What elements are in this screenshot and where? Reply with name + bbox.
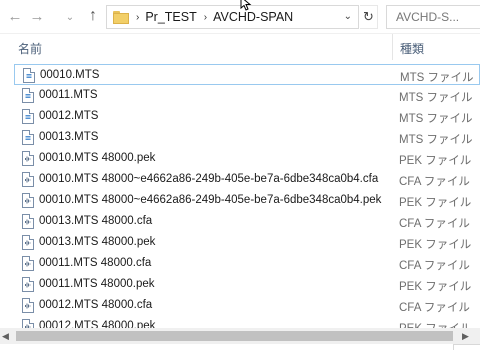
file-type: PEK ファイル xyxy=(399,197,472,209)
file-type: CFA ファイル xyxy=(399,302,470,314)
list-item[interactable]: 00012.MTS 48000.pek PEK ファイル xyxy=(14,316,480,328)
file-name: 00013.MTS xyxy=(39,131,99,143)
address-bar[interactable]: › Pr_TEST › AVCHD-SPAN ⌄ xyxy=(106,5,359,29)
forward-arrow-icon[interactable]: → xyxy=(28,7,46,25)
doc-icon xyxy=(22,88,34,103)
audio-file-icon xyxy=(22,151,34,166)
audio-file-icon xyxy=(22,235,34,250)
breadcrumb-item-avchd-span[interactable]: AVCHD-SPAN xyxy=(213,10,293,24)
file-name: 00010.MTS 48000~e4662a86-249b-405e-be7a-… xyxy=(39,173,379,185)
audio-file-icon xyxy=(22,172,34,187)
list-item[interactable]: 00010.MTS MTS ファイル xyxy=(14,64,480,85)
file-name: 00013.MTS 48000.cfa xyxy=(39,215,153,227)
file-name: 00010.MTS xyxy=(40,69,100,81)
recent-locations-chevron-icon[interactable]: ⌄ xyxy=(64,9,76,27)
horizontal-scrollbar[interactable]: ◀ ▶ xyxy=(0,328,480,344)
back-arrow-icon[interactable]: ← xyxy=(6,7,24,25)
file-type: PEK ファイル xyxy=(399,281,472,293)
scrollbar-thumb[interactable] xyxy=(16,331,453,341)
folder-icon xyxy=(113,10,129,24)
doc-icon xyxy=(23,68,35,83)
file-name: 00013.MTS 48000.pek xyxy=(39,236,156,248)
list-item[interactable]: 00011.MTS 48000.cfa CFA ファイル xyxy=(14,253,480,274)
audio-file-icon xyxy=(22,319,34,328)
scroll-right-arrow-icon[interactable]: ▶ xyxy=(462,331,469,342)
search-input[interactable]: AVCHD-S... xyxy=(386,5,480,29)
file-list: 00010.MTS MTS ファイル 00011.MTS MTS ファイル 00012.… xyxy=(14,64,480,328)
audio-file-icon xyxy=(22,277,34,292)
doc-icon xyxy=(22,109,34,124)
file-name: 00011.MTS 48000.cfa xyxy=(39,257,152,269)
breadcrumb-separator-icon[interactable]: › xyxy=(204,12,207,23)
navigation-toolbar: ← → ⌄ ↑ › Pr_TEST › AVCHD-SPAN ⌄ ↻ AVCHD… xyxy=(0,0,480,34)
list-item[interactable]: 00012.MTS MTS ファイル xyxy=(14,106,480,127)
resize-corner xyxy=(453,344,480,350)
file-type: CFA ファイル xyxy=(399,218,470,230)
file-name: 00010.MTS 48000~e4662a86-249b-405e-be7a-… xyxy=(39,194,382,206)
column-header-name[interactable]: 名前 xyxy=(18,40,42,57)
mouse-cursor-icon xyxy=(240,0,252,11)
list-item[interactable]: 00011.MTS 48000.pek PEK ファイル xyxy=(14,274,480,295)
refresh-icon[interactable]: ↻ xyxy=(360,5,378,29)
list-item[interactable]: 00012.MTS 48000.cfa CFA ファイル xyxy=(14,295,480,316)
list-item[interactable]: 00013.MTS 48000.cfa CFA ファイル xyxy=(14,211,480,232)
audio-file-icon xyxy=(22,298,34,313)
file-name: 00011.MTS xyxy=(39,89,98,101)
breadcrumb-item-pr-test[interactable]: Pr_TEST xyxy=(145,10,196,24)
file-type: MTS ファイル xyxy=(400,72,474,84)
list-item[interactable]: 00010.MTS 48000~e4662a86-249b-405e-be7a-… xyxy=(14,169,480,190)
scroll-left-arrow-icon[interactable]: ◀ xyxy=(2,331,9,342)
list-item[interactable]: 00010.MTS 48000~e4662a86-249b-405e-be7a-… xyxy=(14,190,480,211)
file-type: CFA ファイル xyxy=(399,260,470,272)
column-header-type[interactable]: 種類 xyxy=(400,40,424,57)
file-name: 00010.MTS 48000.pek xyxy=(39,152,156,164)
list-item[interactable]: 00013.MTS 48000.pek PEK ファイル xyxy=(14,232,480,253)
file-type: PEK ファイル xyxy=(399,239,472,251)
file-type: MTS ファイル xyxy=(399,113,473,125)
file-name: 00011.MTS 48000.pek xyxy=(39,278,155,290)
audio-file-icon xyxy=(22,214,34,229)
list-item[interactable]: 00013.MTS MTS ファイル xyxy=(14,127,480,148)
file-type: MTS ファイル xyxy=(399,134,473,146)
file-name: 00012.MTS 48000.pek xyxy=(39,320,156,328)
status-strip xyxy=(0,344,453,350)
list-item[interactable]: 00011.MTS MTS ファイル xyxy=(14,85,480,106)
address-dropdown-chevron-icon[interactable]: ⌄ xyxy=(344,11,352,22)
breadcrumb-separator-icon[interactable]: › xyxy=(136,12,139,23)
file-type: PEK ファイル xyxy=(399,155,472,167)
file-name: 00012.MTS xyxy=(39,110,99,122)
column-header: 名前 種類 xyxy=(0,34,480,60)
file-type: PEK ファイル xyxy=(399,320,471,328)
file-type: CFA ファイル xyxy=(399,176,470,188)
up-arrow-icon[interactable]: ↑ xyxy=(84,7,102,25)
doc-icon xyxy=(22,130,34,145)
file-type: MTS ファイル xyxy=(399,92,473,104)
audio-file-icon xyxy=(22,193,34,208)
file-name: 00012.MTS 48000.cfa xyxy=(39,299,153,311)
audio-file-icon xyxy=(22,256,34,271)
list-item[interactable]: 00010.MTS 48000.pek PEK ファイル xyxy=(14,148,480,169)
column-divider[interactable] xyxy=(392,34,393,60)
